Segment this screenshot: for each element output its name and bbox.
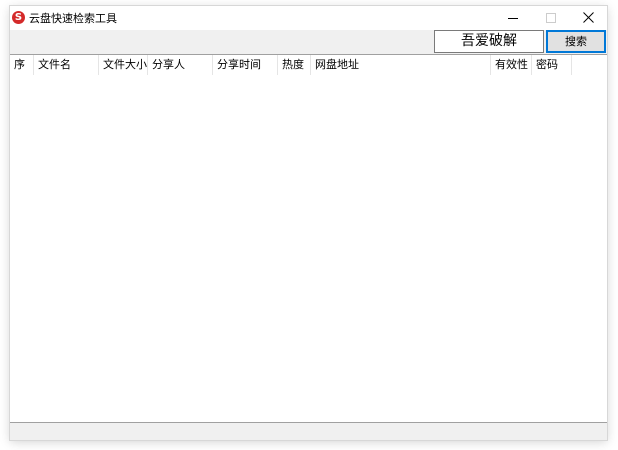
column-header-disk-url[interactable]: 网盘地址: [311, 55, 491, 75]
window-title: 云盘快速检索工具: [29, 12, 117, 25]
column-header-sharer[interactable]: 分享人: [148, 55, 213, 75]
toolbar: 吾爱破解 搜索: [10, 30, 607, 54]
minimize-icon: [508, 18, 518, 19]
results-list[interactable]: 序 文件名 文件大小 分享人 分享时间 热度 网盘地址 有效性 密码: [10, 54, 607, 422]
column-header-password[interactable]: 密码: [532, 55, 572, 75]
column-header-index[interactable]: 序: [10, 55, 34, 75]
search-button[interactable]: 搜索: [546, 30, 606, 53]
close-button[interactable]: [570, 6, 608, 30]
list-header: 序 文件名 文件大小 分享人 分享时间 热度 网盘地址 有效性 密码: [10, 55, 607, 75]
minimize-button[interactable]: [494, 6, 532, 30]
maximize-button: [532, 6, 570, 30]
column-header-validity[interactable]: 有效性: [491, 55, 532, 75]
app-window: S 云盘快速检索工具 吾爱破解 搜索 序 文件名 文件大小 分享人 分享时间 热…: [10, 6, 607, 440]
column-header-filename[interactable]: 文件名: [34, 55, 99, 75]
column-header-popularity[interactable]: 热度: [278, 55, 311, 75]
title-bar[interactable]: S 云盘快速检索工具: [10, 6, 607, 30]
column-header-share-time[interactable]: 分享时间: [213, 55, 278, 75]
keyword-input[interactable]: 吾爱破解: [434, 30, 544, 53]
maximize-icon: [546, 13, 556, 23]
status-bar: [10, 422, 607, 440]
app-logo-icon: S: [12, 11, 25, 24]
column-header-filesize[interactable]: 文件大小: [99, 55, 148, 75]
close-icon: [583, 12, 594, 23]
